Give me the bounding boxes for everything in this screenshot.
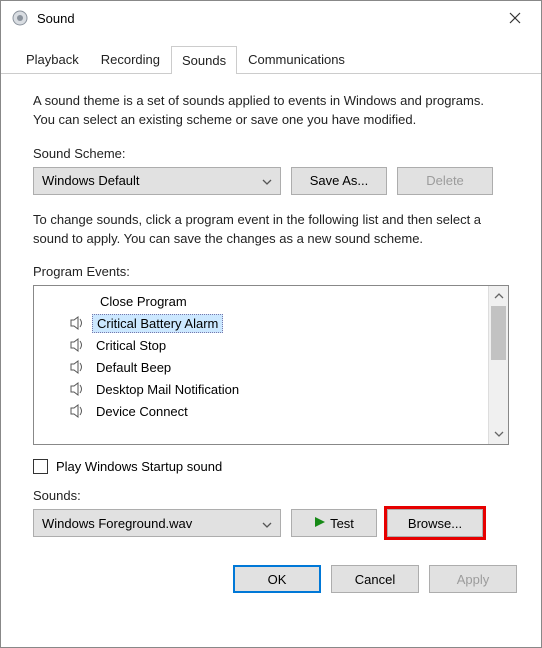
speaker-icon (70, 382, 86, 396)
event-item[interactable]: Critical Stop (34, 334, 488, 356)
speaker-icon (70, 338, 86, 352)
cancel-button[interactable]: Cancel (331, 565, 419, 593)
close-icon (509, 12, 521, 24)
sounds-label: Sounds: (33, 488, 509, 503)
tab-communications[interactable]: Communications (237, 45, 356, 73)
tabstrip: Playback Recording Sounds Communications (1, 35, 541, 74)
startup-sound-label[interactable]: Play Windows Startup sound (56, 459, 222, 474)
delete-button: Delete (397, 167, 493, 195)
scroll-up-icon[interactable] (489, 286, 508, 306)
change-sounds-description: To change sounds, click a program event … (33, 211, 509, 249)
sound-file-value: Windows Foreground.wav (42, 516, 192, 531)
event-item[interactable]: Critical Battery Alarm (34, 312, 488, 334)
tab-sounds[interactable]: Sounds (171, 46, 237, 74)
event-item[interactable]: Desktop Mail Notification (34, 378, 488, 400)
startup-sound-row: Play Windows Startup sound (33, 459, 509, 474)
sound-scheme-value: Windows Default (42, 173, 140, 188)
sound-file-combo[interactable]: Windows Foreground.wav (33, 509, 281, 537)
save-as-button[interactable]: Save As... (291, 167, 387, 195)
event-item[interactable]: Close Program (34, 290, 488, 312)
program-events-label: Program Events: (33, 264, 509, 279)
event-item[interactable]: Default Beep (34, 356, 488, 378)
play-icon (314, 516, 326, 531)
event-item-label: Critical Battery Alarm (92, 314, 223, 333)
titlebar: Sound (1, 1, 541, 35)
event-item-label: Desktop Mail Notification (92, 381, 243, 398)
dialog-buttons: OK Cancel Apply (1, 551, 541, 609)
tab-playback[interactable]: Playback (15, 45, 90, 73)
startup-sound-checkbox[interactable] (33, 459, 48, 474)
window-title: Sound (37, 11, 495, 26)
theme-description: A sound theme is a set of sounds applied… (33, 92, 509, 130)
chevron-down-icon (262, 173, 272, 188)
scroll-down-icon[interactable] (489, 424, 508, 444)
sound-scheme-label: Sound Scheme: (33, 146, 509, 161)
test-button[interactable]: Test (291, 509, 377, 537)
tab-recording[interactable]: Recording (90, 45, 171, 73)
browse-button[interactable]: Browse... (387, 509, 483, 537)
event-item-label: Device Connect (92, 403, 192, 420)
event-item-label: Critical Stop (92, 337, 170, 354)
sound-scheme-combo[interactable]: Windows Default (33, 167, 281, 195)
close-button[interactable] (495, 4, 535, 32)
program-events-listbox[interactable]: Close Program Critical Battery Alarm Cri… (33, 285, 509, 445)
event-item-label: Close Program (96, 293, 191, 310)
ok-button[interactable]: OK (233, 565, 321, 593)
chevron-down-icon (262, 516, 272, 531)
scroll-thumb[interactable] (491, 306, 506, 360)
event-item[interactable]: Device Connect (34, 400, 488, 422)
speaker-icon (70, 316, 86, 330)
apply-button: Apply (429, 565, 517, 593)
tab-content: A sound theme is a set of sounds applied… (1, 74, 541, 551)
event-item-label: Default Beep (92, 359, 175, 376)
speaker-icon (70, 404, 86, 418)
program-events-items: Close Program Critical Battery Alarm Cri… (34, 286, 488, 444)
sound-dialog: Sound Playback Recording Sounds Communic… (0, 0, 542, 648)
sound-icon (11, 9, 29, 27)
scroll-track[interactable] (489, 306, 508, 424)
listbox-scrollbar[interactable] (488, 286, 508, 444)
speaker-icon (70, 360, 86, 374)
